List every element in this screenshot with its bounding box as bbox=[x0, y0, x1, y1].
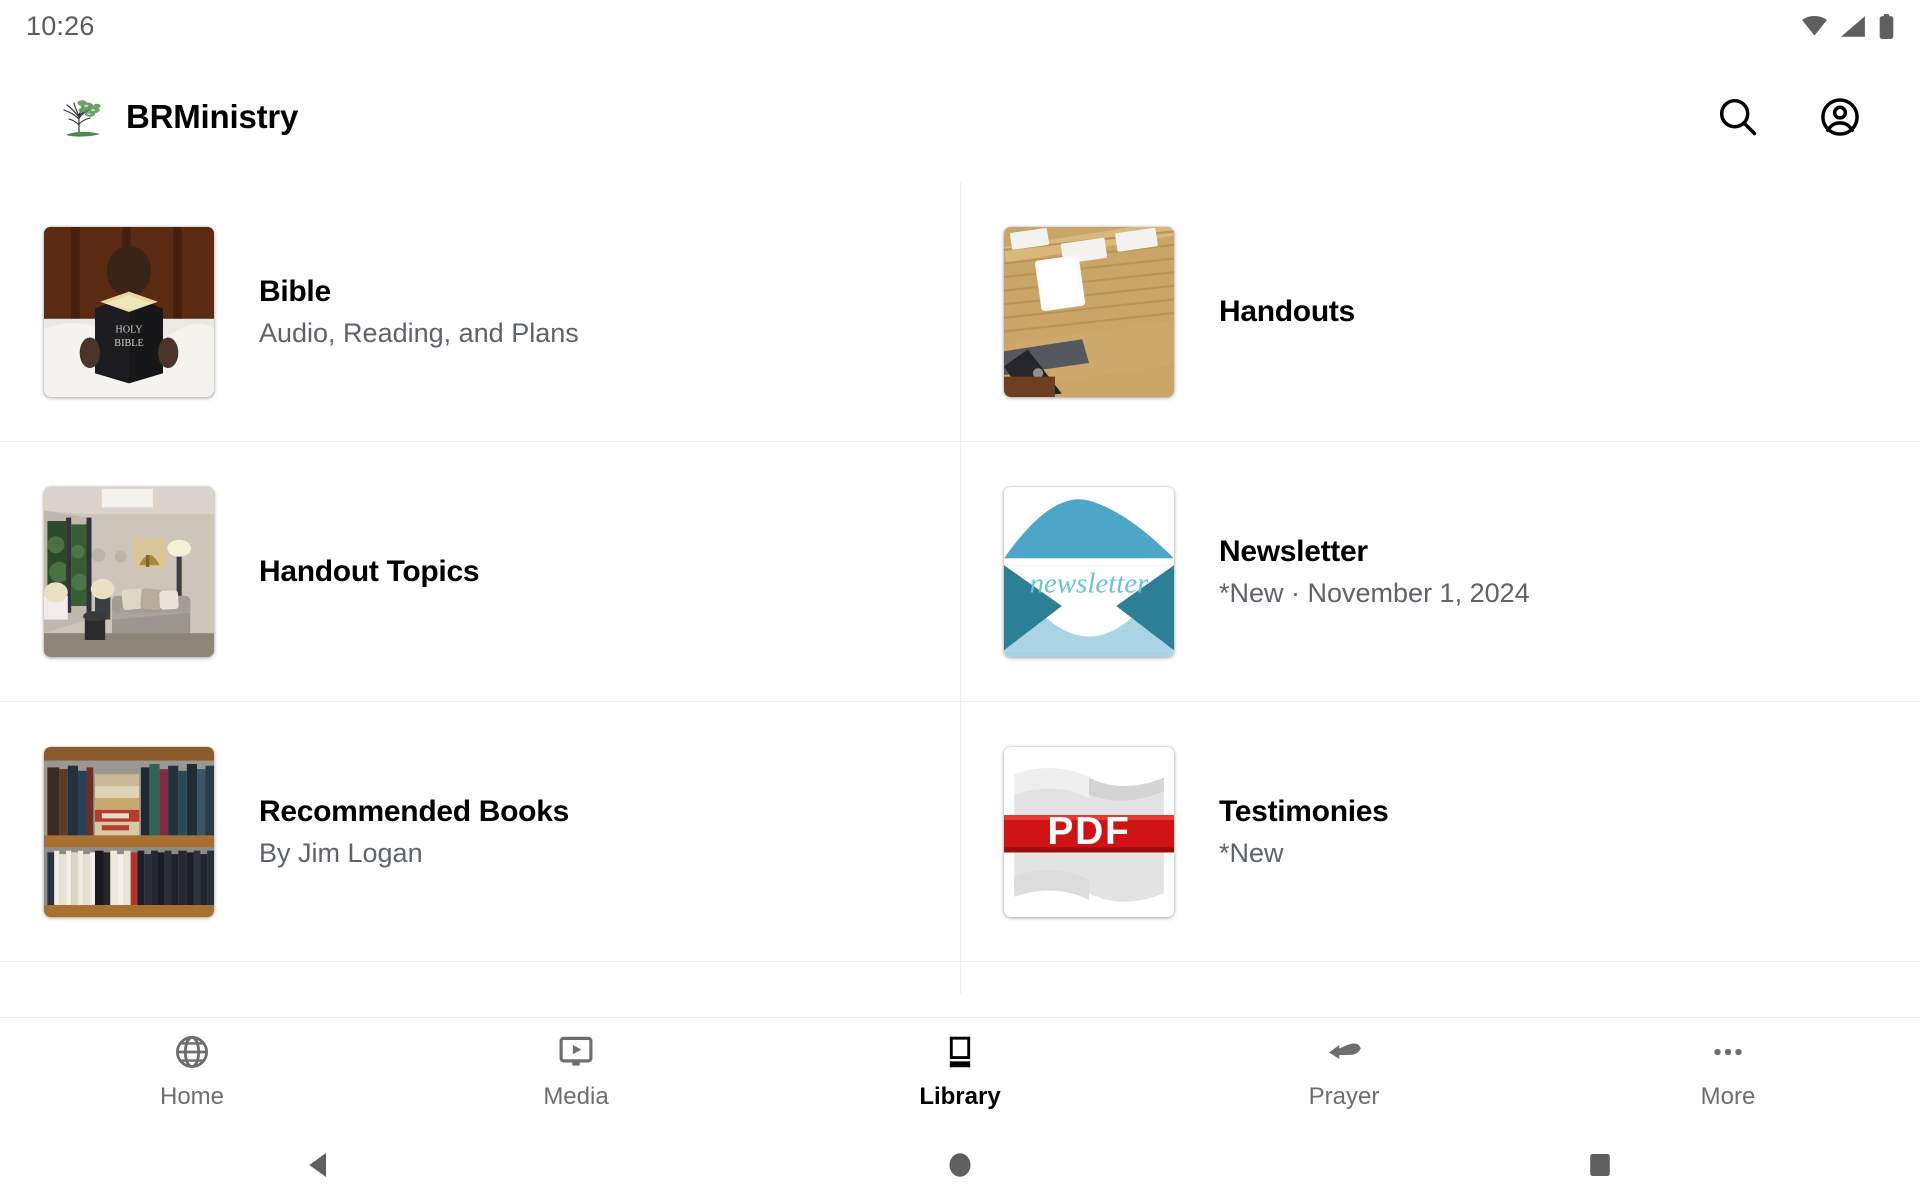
table-row: Recommended Books By Jim Logan PDF Testi… bbox=[0, 702, 1920, 962]
library-item-handouts[interactable]: Handouts bbox=[960, 182, 1920, 442]
system-home-button[interactable] bbox=[640, 1150, 1280, 1180]
cell-text: Handouts bbox=[1174, 295, 1375, 329]
item-title: Recommended Books bbox=[259, 794, 569, 828]
search-icon[interactable] bbox=[1716, 95, 1760, 139]
library-grid: HOLY BIBLE Bible Audio, Reading, and Pla… bbox=[0, 182, 1920, 1017]
cell-text: Testimonies *New bbox=[1174, 795, 1409, 869]
cell-text: Bible Audio, Reading, and Plans bbox=[214, 275, 599, 349]
wifi-icon bbox=[1802, 16, 1827, 36]
tree-logo-icon bbox=[63, 100, 101, 137]
open-hand-icon bbox=[1329, 1043, 1361, 1059]
nav-label: Library bbox=[919, 1083, 1001, 1110]
bookshelf-photo bbox=[44, 747, 214, 917]
app-title: BRMinistry bbox=[126, 98, 299, 135]
app-screen: 10:26 BRMinistry HOLY BIBLE Bible Audio,… bbox=[0, 0, 1920, 1200]
bible-reading-photo: HOLY BIBLE bbox=[44, 227, 214, 397]
counseling-office-photo bbox=[44, 487, 214, 657]
library-item-partial-right[interactable] bbox=[960, 962, 1920, 1017]
globe-icon bbox=[176, 1036, 208, 1068]
nav-label: More bbox=[1700, 1083, 1756, 1110]
cell-signal-icon bbox=[1841, 15, 1865, 37]
nav-label: Prayer bbox=[1308, 1083, 1380, 1110]
file-folders-photo bbox=[1004, 227, 1174, 397]
item-title: Bible bbox=[259, 274, 331, 308]
library-item-newsletter[interactable]: newsletter Newsletter *New · November 1,… bbox=[960, 442, 1920, 702]
system-back-button[interactable] bbox=[0, 1149, 640, 1181]
book-icon bbox=[949, 1036, 971, 1068]
library-item-recommended-books[interactable]: Recommended Books By Jim Logan bbox=[0, 702, 960, 962]
nav-tab-prayer[interactable]: Prayer bbox=[1152, 1033, 1536, 1111]
account-circle-icon[interactable] bbox=[1818, 95, 1862, 139]
nav-tab-home[interactable]: Home bbox=[0, 1033, 384, 1111]
triangle-back-icon bbox=[309, 1153, 326, 1177]
table-row: Handout Topics newsletter Newsletter *Ne… bbox=[0, 442, 1920, 702]
cell-text: Recommended Books By Jim Logan bbox=[214, 795, 589, 869]
system-recents-button[interactable] bbox=[1280, 1151, 1920, 1179]
item-title: Newsletter bbox=[1219, 534, 1368, 568]
item-subtitle: By Jim Logan bbox=[259, 838, 423, 869]
status-bar: 10:26 bbox=[0, 0, 1920, 52]
status-time: 10:26 bbox=[26, 10, 95, 41]
svg-text:HOLY: HOLY bbox=[115, 324, 143, 335]
item-subtitle: *New · November 1, 2024 bbox=[1219, 578, 1530, 609]
library-item-testimonies[interactable]: PDF Testimonies *New bbox=[960, 702, 1920, 962]
svg-text:newsletter: newsletter bbox=[1030, 567, 1150, 599]
newsletter-envelope-icon: newsletter bbox=[1004, 487, 1174, 657]
nav-tab-media[interactable]: Media bbox=[384, 1033, 768, 1111]
cell-text: Newsletter *New · November 1, 2024 bbox=[1174, 535, 1550, 609]
ellipsis-icon bbox=[1714, 1048, 1742, 1056]
item-subtitle: *New bbox=[1219, 838, 1284, 869]
nav-label: Media bbox=[543, 1083, 609, 1110]
app-bar: BRMinistry bbox=[0, 52, 1920, 182]
app-bar-actions bbox=[1716, 95, 1884, 139]
table-row: HOLY BIBLE Bible Audio, Reading, and Pla… bbox=[0, 182, 1920, 442]
svg-text:PDF: PDF bbox=[1047, 810, 1130, 853]
library-item-handout-topics[interactable]: Handout Topics bbox=[0, 442, 960, 702]
item-title: Handout Topics bbox=[259, 554, 480, 588]
battery-icon bbox=[1879, 13, 1894, 39]
item-subtitle: Audio, Reading, and Plans bbox=[259, 318, 579, 349]
nav-tab-more[interactable]: More bbox=[1536, 1033, 1920, 1111]
table-row bbox=[0, 962, 1920, 1017]
library-item-bible[interactable]: HOLY BIBLE Bible Audio, Reading, and Pla… bbox=[0, 182, 960, 442]
brand: BRMinistry bbox=[56, 95, 298, 139]
item-title: Testimonies bbox=[1219, 794, 1389, 828]
item-title: Handouts bbox=[1219, 294, 1355, 328]
system-navigation-bar bbox=[0, 1130, 1920, 1200]
nav-label: Home bbox=[159, 1083, 225, 1110]
circle-home-icon bbox=[949, 1153, 971, 1177]
monitor-play-icon bbox=[559, 1036, 593, 1066]
status-icons bbox=[1801, 13, 1894, 39]
bottom-navigation: Home Media Library Prayer More bbox=[0, 1017, 1920, 1130]
nav-tab-library[interactable]: Library bbox=[768, 1033, 1152, 1111]
svg-text:BIBLE: BIBLE bbox=[114, 338, 143, 349]
library-item-partial-left[interactable] bbox=[0, 962, 960, 1017]
cell-text: Handout Topics bbox=[214, 555, 499, 589]
square-recents-icon bbox=[1590, 1154, 1610, 1176]
pdf-document-icon: PDF bbox=[1004, 747, 1174, 917]
